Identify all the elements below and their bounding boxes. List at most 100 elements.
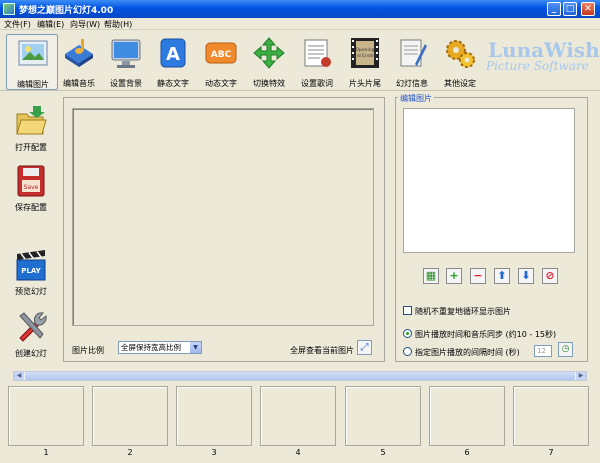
scroll-right-icon[interactable]: ▶ (576, 372, 586, 380)
thumbnail-scrollbar[interactable]: ◀ ▶ (13, 371, 587, 381)
sidebar-open-config[interactable]: 打开配置 (6, 104, 56, 164)
dynamic-text-icon: ABC (205, 42, 237, 64)
app-icon (3, 3, 15, 15)
thumbnail-number: 1 (43, 448, 49, 457)
random-loop-checkbox[interactable]: 随机不重复地循环显示图片 (403, 306, 511, 317)
interval-input[interactable]: 12 (534, 345, 552, 357)
expand-icon: ⤢ (360, 342, 369, 353)
logo-subtitle: Picture Software (486, 59, 589, 73)
toolbar-static-text[interactable]: A 静态文字 (147, 34, 199, 90)
svg-text:A: A (166, 44, 180, 65)
thumbnail-slot[interactable] (513, 386, 589, 446)
sidebar-create-slideshow[interactable]: 创建幻灯 (6, 310, 56, 370)
scroll-left-icon[interactable]: ◀ (14, 372, 24, 380)
music-icon (65, 39, 93, 67)
toolbar-dynamic-text[interactable]: ABC 动态文字 (195, 34, 247, 90)
info-icon (400, 39, 427, 67)
edit-pictures-panel: 编辑图片 ▦ + − ⬆ ⬇ ⊘ 随机不重复地循环显示图片 图片播放时间和音乐同… (395, 93, 588, 362)
sidebar-label: 打开配置 (15, 143, 47, 152)
toolbar-opening-ending[interactable]: Opening and Ending 片头片尾 (339, 34, 391, 90)
toolbar: 编辑图片 编辑音乐 设置背景 A 静态文字 ABC 动态文字 切换特效 设置歌词… (0, 31, 600, 91)
thumbnail-slot[interactable] (8, 386, 84, 446)
delete-button[interactable]: ⊘ (542, 268, 558, 284)
toolbar-slideshow-info[interactable]: 幻灯信息 (386, 34, 438, 90)
arrow-up-icon: ⬆ (497, 269, 507, 282)
fullscreen-button[interactable]: ⤢ (357, 340, 372, 355)
brand-logo: LunaWish Picture Software (476, 38, 600, 82)
toolbar-label: 设置歌词 (301, 79, 333, 88)
grid-button[interactable]: ▦ (423, 268, 439, 284)
toolbar-transition[interactable]: 切换特效 (243, 34, 295, 90)
static-text-icon: A (160, 38, 186, 68)
radio-button[interactable] (403, 329, 412, 338)
move-down-button[interactable]: ⬇ (518, 268, 534, 284)
sidebar-save-config[interactable]: Save 保存配置 (6, 164, 56, 224)
thumbnail-number: 2 (127, 448, 133, 457)
toolbar-label: 切换特效 (253, 79, 285, 88)
interval-label: 指定图片播放的间隔时间 (秒) (415, 348, 520, 357)
play-icon-text: PLAY (21, 267, 41, 275)
fullscreen-label: 全屏查看当前图片 (290, 346, 354, 355)
maximize-button[interactable]: □ (563, 2, 577, 16)
transition-icon (253, 37, 285, 69)
picture-list[interactable] (403, 108, 575, 253)
gears-icon (446, 40, 475, 68)
clock-button[interactable]: ◷ (558, 342, 573, 357)
thumbnail-slot[interactable] (260, 386, 336, 446)
lyrics-icon (304, 39, 331, 67)
toolbar-lyrics[interactable]: 设置歌词 (291, 34, 343, 90)
thumbnail-slot[interactable] (345, 386, 421, 446)
menu-help[interactable]: 帮助(H) (104, 19, 132, 30)
plus-icon: + (449, 269, 459, 282)
open-folder-icon (16, 106, 47, 135)
chevron-down-icon[interactable]: ▼ (190, 342, 201, 353)
arrow-down-icon: ⬇ (521, 269, 531, 282)
sidebar-label: 保存配置 (15, 203, 47, 212)
toolbar-label: 编辑图片 (17, 80, 49, 89)
thumbnail-number: 5 (380, 448, 386, 457)
menu-edit[interactable]: 编辑(E) (37, 19, 64, 30)
title-bar[interactable]: 梦想之巅图片幻灯4.00 _ □ ✕ (0, 0, 600, 18)
random-loop-label: 随机不重复地循环显示图片 (415, 307, 511, 316)
ratio-select[interactable]: 全屏保持宽高比例 ▼ (118, 341, 202, 354)
sidebar-label: 创建幻灯 (15, 349, 47, 358)
ratio-select-value: 全屏保持宽高比例 (121, 343, 181, 352)
interval-radio[interactable]: 指定图片播放的间隔时间 (秒) (403, 347, 520, 358)
toolbar-label: 静态文字 (157, 79, 189, 88)
save-disk-icon: Save (17, 165, 45, 197)
add-button[interactable]: + (446, 268, 462, 284)
toolbar-label: 动态文字 (205, 79, 237, 88)
minus-icon: − (473, 269, 483, 282)
toolbar-edit-pictures[interactable]: 编辑图片 (6, 34, 58, 90)
radio-button[interactable] (403, 347, 412, 356)
picture-display-panel: 图片比例 全屏保持宽高比例 ▼ 全屏查看当前图片 ⤢ (63, 97, 385, 362)
menu-wizard[interactable]: 向导(W) (70, 19, 100, 30)
move-up-button[interactable]: ⬆ (494, 268, 510, 284)
no-entry-icon: ⊘ (545, 269, 555, 282)
film-text-line2: and Ending (352, 53, 378, 59)
thumbnail-number: 3 (211, 448, 217, 457)
toolbar-set-background[interactable]: 设置背景 (100, 34, 152, 90)
picture-canvas[interactable] (72, 108, 374, 326)
photo-edit-icon (18, 40, 48, 66)
toolbar-label: 片头片尾 (349, 79, 381, 88)
play-clapper-icon: PLAY (16, 250, 46, 281)
toolbar-label: 编辑音乐 (63, 79, 95, 88)
thumbnail-slot[interactable] (92, 386, 168, 446)
close-button[interactable]: ✕ (581, 2, 595, 16)
scrollbar-thumb[interactable] (25, 372, 575, 380)
sidebar-preview-slideshow[interactable]: PLAY 预览幻灯 (6, 248, 56, 308)
panel-title: 编辑图片 (398, 93, 434, 104)
menu-file[interactable]: 文件(F) (4, 19, 31, 30)
checkbox-box[interactable] (403, 306, 412, 315)
thumbnail-slot[interactable] (176, 386, 252, 446)
toolbar-edit-music[interactable]: 编辑音乐 (53, 34, 105, 90)
minimize-button[interactable]: _ (547, 2, 561, 16)
save-icon-text: Save (24, 184, 39, 191)
window-title: 梦想之巅图片幻灯4.00 (19, 6, 114, 16)
film-text-line1: Opening (356, 47, 375, 53)
thumbnail-slot[interactable] (429, 386, 505, 446)
remove-button[interactable]: − (470, 268, 486, 284)
ratio-label: 图片比例 (72, 346, 104, 355)
sync-music-radio[interactable]: 图片播放时间和音乐同步 (约10 - 15秒) (403, 329, 556, 340)
